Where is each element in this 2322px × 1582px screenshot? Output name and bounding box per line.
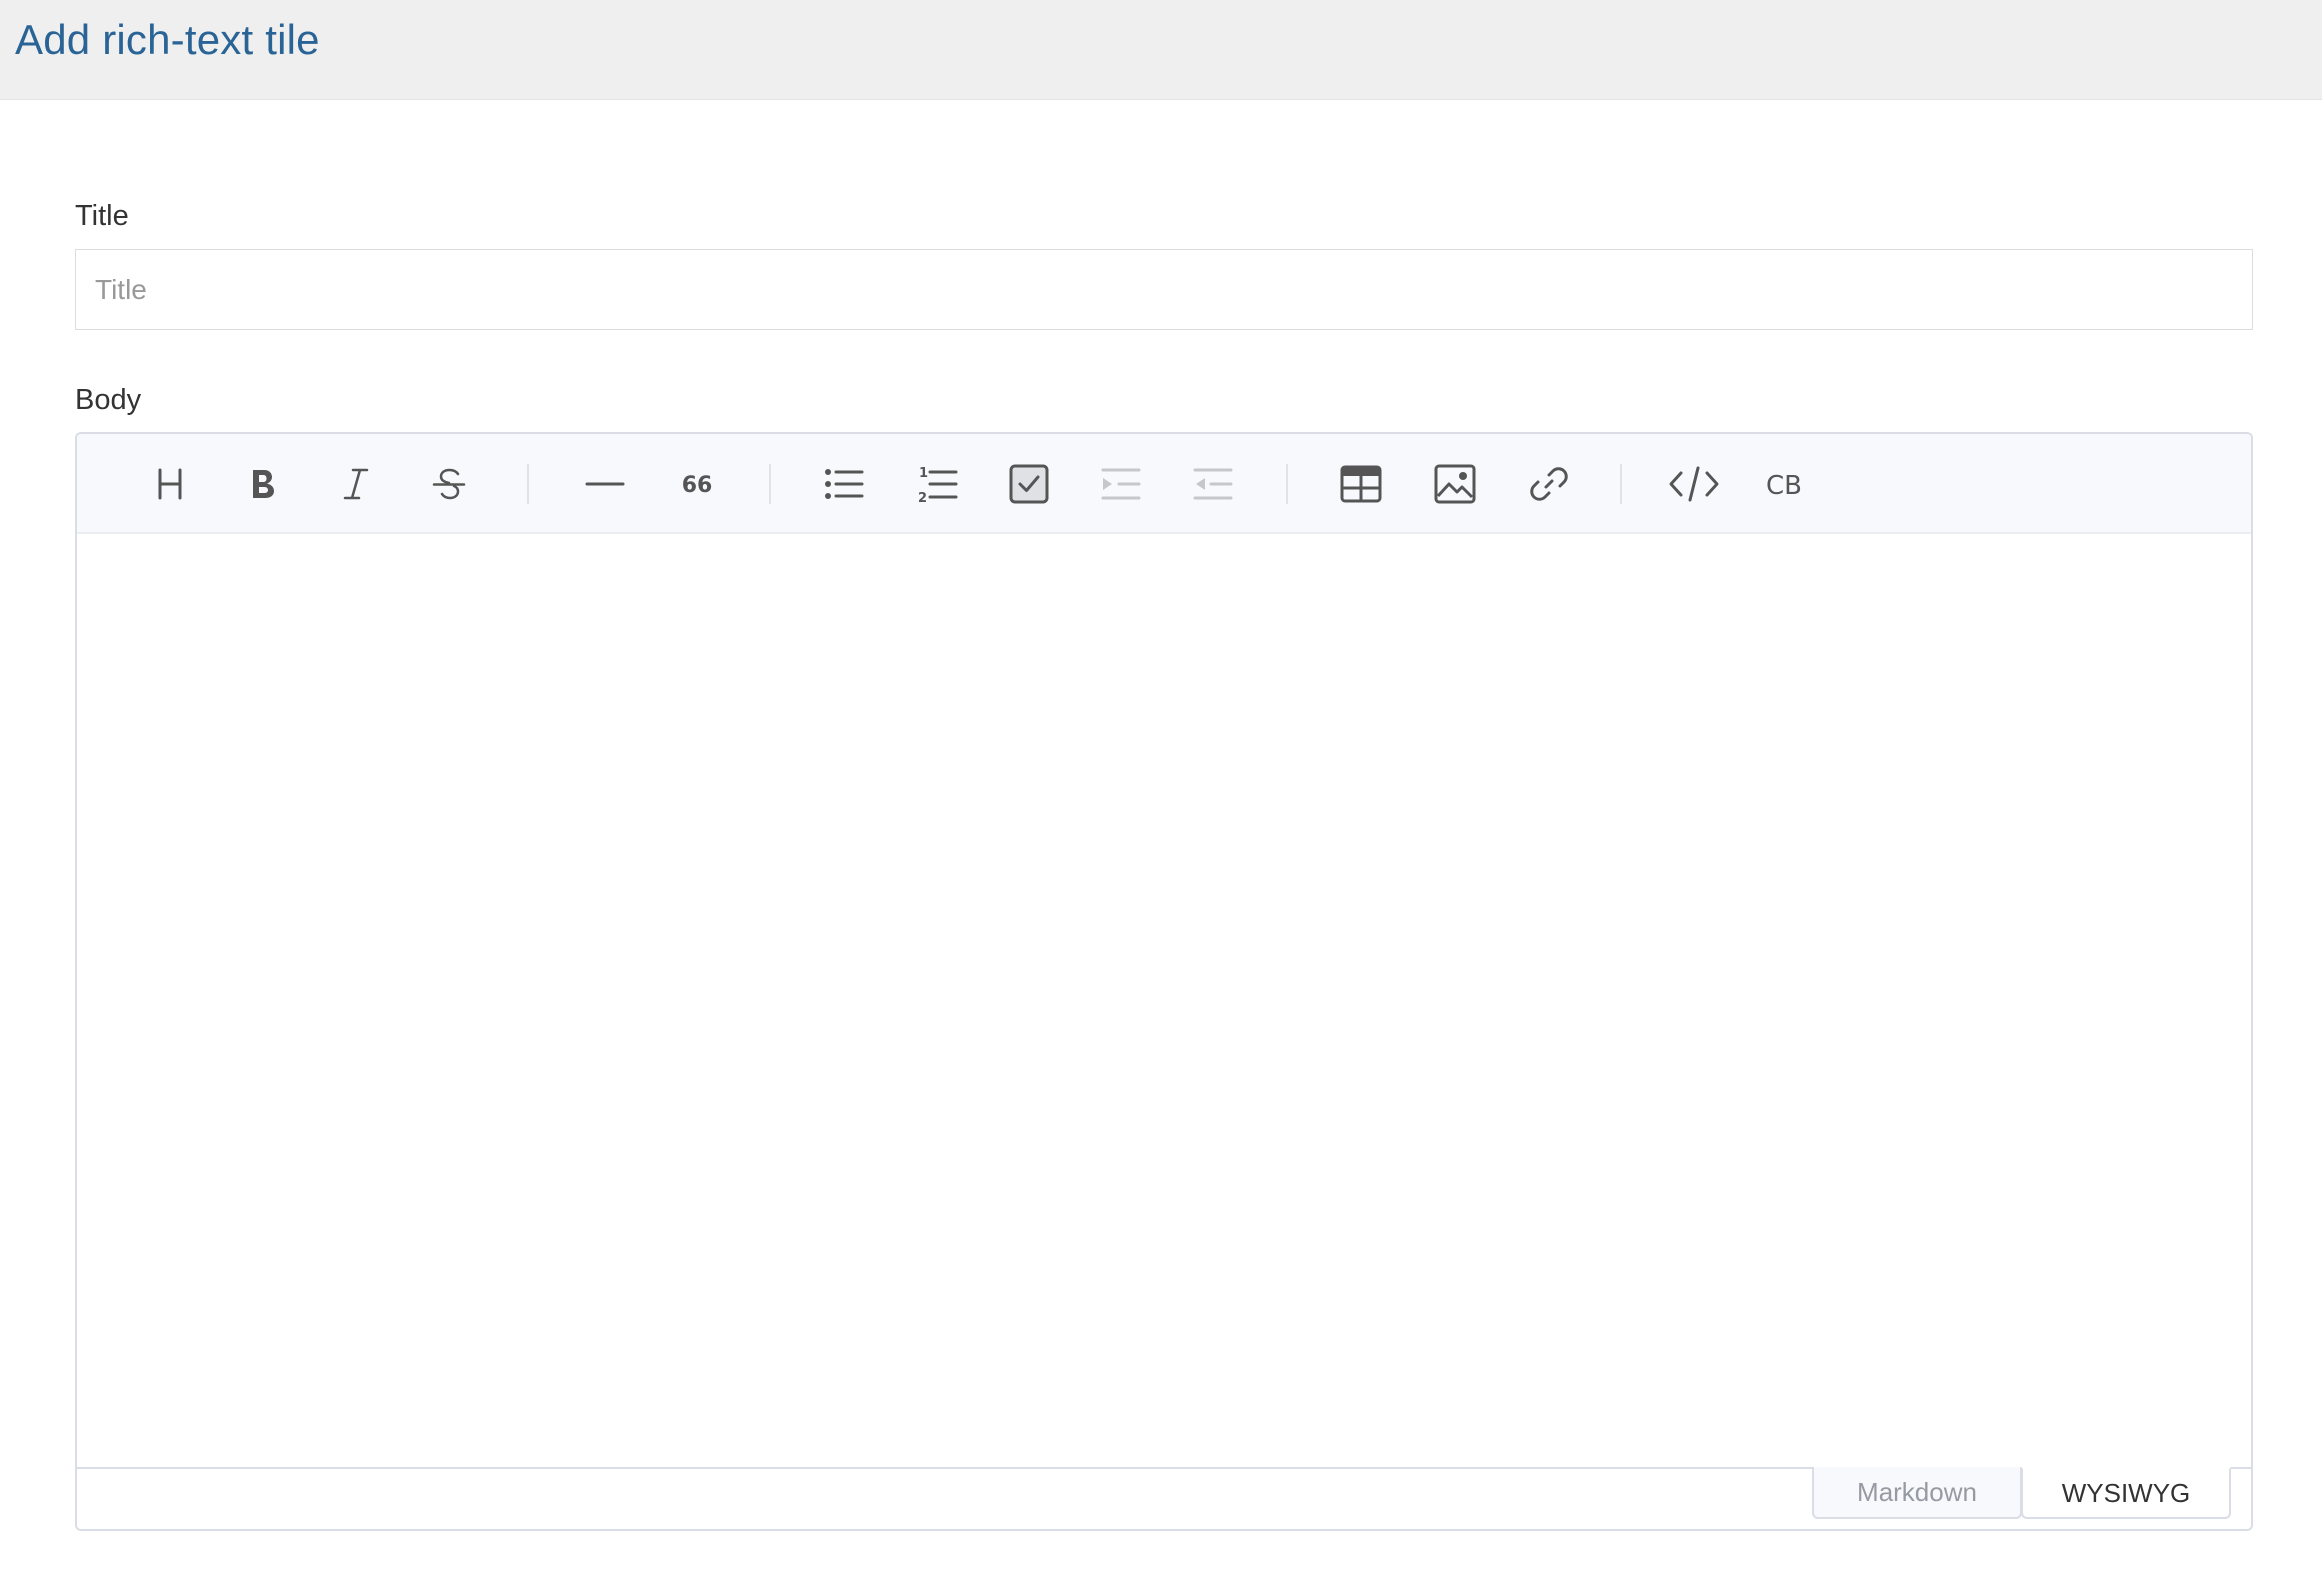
numbered-list-icon: 1 2 [918, 466, 958, 506]
blockquote-button[interactable]: 66 [669, 456, 725, 512]
wysiwyg-mode-tab[interactable]: WYSIWYG [2021, 1467, 2231, 1519]
editor-toolbar: 66 1 2 CB [77, 434, 2251, 534]
toolbar-divider [1286, 464, 1288, 504]
outdent-icon [1193, 468, 1233, 500]
strikethrough-icon [432, 468, 466, 500]
horizontal-rule-button[interactable] [577, 456, 633, 512]
editor-mode-switch: Markdown WYSIWYG [77, 1467, 2251, 1529]
table-icon [1340, 465, 1382, 503]
title-input[interactable] [75, 249, 2253, 330]
svg-text:CB: CB [1766, 471, 1802, 501]
image-button[interactable] [1427, 456, 1483, 512]
rich-text-editor: 66 1 2 CB Markdown WYSIWYG [75, 432, 2253, 1531]
markdown-mode-tab[interactable]: Markdown [1812, 1467, 2022, 1519]
numbered-list-button[interactable]: 1 2 [908, 456, 964, 512]
task-list-icon [1009, 464, 1049, 504]
italic-icon [343, 468, 369, 500]
body-label: Body [75, 384, 142, 416]
page-header: Add rich-text tile [0, 0, 2322, 100]
horizontal-rule-icon [585, 482, 625, 486]
page-title: Add rich-text tile [15, 16, 320, 63]
code-icon [1669, 466, 1719, 502]
toolbar-divider [769, 464, 771, 504]
table-button[interactable] [1333, 456, 1389, 512]
code-button[interactable] [1666, 456, 1722, 512]
codeblock-icon: CB [1766, 471, 1802, 501]
svg-text:2: 2 [918, 491, 927, 506]
toolbar-divider [1620, 464, 1622, 504]
task-list-button[interactable] [1001, 456, 1057, 512]
heading-icon [158, 468, 182, 500]
svg-text:1: 1 [919, 466, 928, 481]
indent-button [1093, 456, 1149, 512]
strikethrough-button[interactable] [421, 456, 477, 512]
editor-content-area[interactable] [77, 534, 2251, 1469]
bullet-list-button[interactable] [816, 456, 872, 512]
bold-button[interactable] [234, 456, 290, 512]
title-label: Title [75, 200, 129, 232]
link-icon [1530, 467, 1568, 501]
svg-text:66: 66 [682, 473, 713, 498]
toolbar-divider [527, 464, 529, 504]
italic-button[interactable] [328, 456, 384, 512]
image-icon [1434, 464, 1476, 504]
bold-icon [253, 470, 274, 498]
codeblock-button[interactable]: CB [1756, 456, 1812, 512]
blockquote-icon: 66 [682, 473, 713, 498]
link-button[interactable] [1521, 456, 1577, 512]
bullet-list-icon [825, 469, 864, 499]
heading-button[interactable] [142, 456, 198, 512]
indent-icon [1101, 468, 1141, 500]
outdent-button [1185, 456, 1241, 512]
